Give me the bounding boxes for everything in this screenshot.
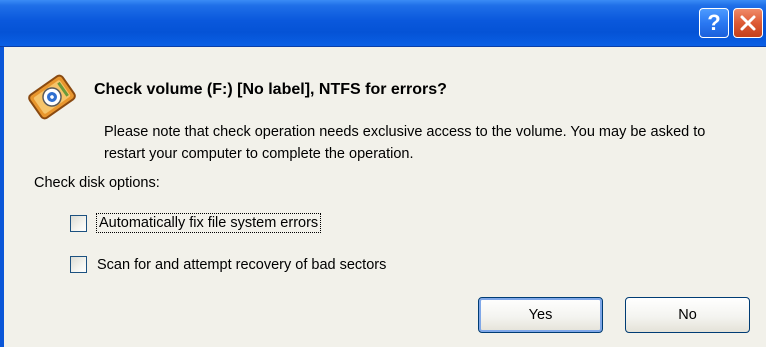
dialog-heading: Check volume (F:) [No label], NTFS for e… [94, 81, 447, 98]
dialog-body: Check volume (F:) [No label], NTFS for e… [0, 47, 766, 347]
no-button[interactable]: No [625, 297, 750, 333]
fix-errors-label[interactable]: Automatically fix file system errors [95, 213, 322, 233]
help-label: ? [707, 10, 721, 35]
scan-bad-sectors-label[interactable]: Scan for and attempt recovery of bad sec… [97, 257, 386, 273]
option-scan-bad-sectors[interactable]: Scan for and attempt recovery of bad sec… [70, 256, 386, 273]
close-button[interactable] [733, 8, 763, 38]
help-button[interactable]: ? [699, 8, 729, 38]
check-disk-options-label: Check disk options: [34, 175, 160, 191]
scan-bad-sectors-checkbox[interactable] [70, 256, 87, 273]
dialog-note: Please note that check operation needs e… [104, 124, 706, 162]
option-fix-errors[interactable]: Automatically fix file system errors [70, 213, 322, 233]
yes-button[interactable]: Yes [478, 297, 603, 333]
fix-errors-checkbox[interactable] [70, 214, 87, 232]
close-icon [740, 15, 756, 31]
disk-check-icon [28, 74, 76, 120]
check-disk-dialog: ? Check volume (F:) [No label], NTFS for… [0, 0, 766, 347]
title-bar[interactable]: ? [0, 0, 766, 47]
